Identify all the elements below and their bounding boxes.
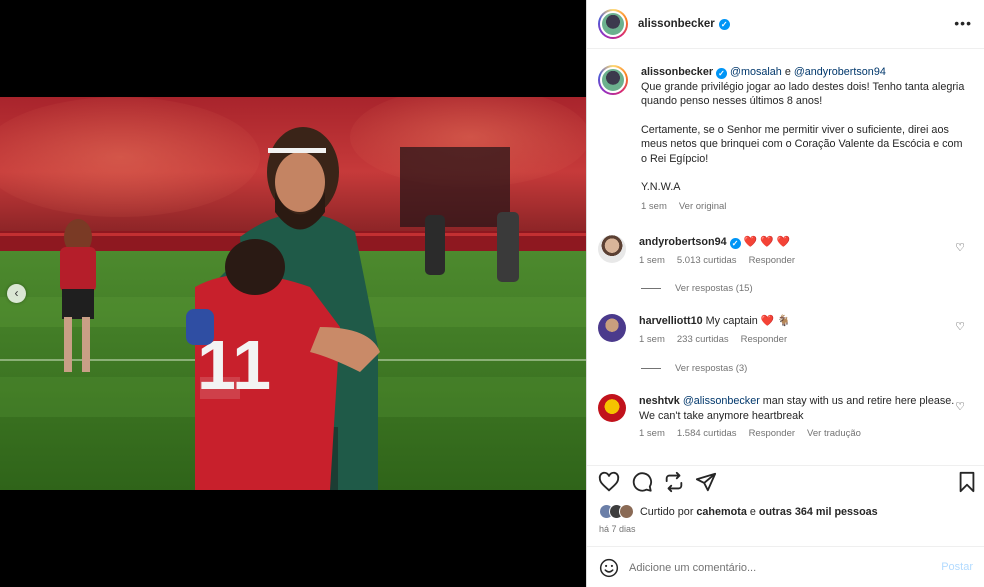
post-header: alissonbecker ✓ ••• <box>587 0 984 49</box>
carousel-prev-button[interactable]: ‹ <box>7 284 26 303</box>
comment-likes[interactable]: 1.584 curtidas <box>677 427 737 442</box>
repost-icon[interactable] <box>663 471 685 493</box>
liker-avatar <box>619 504 634 519</box>
comments-section[interactable]: alissonbecker ✓ @mosalah e @andyrobertso… <box>587 50 984 465</box>
caption-text: Certamente, se o Senhor me permitir vive… <box>641 123 963 165</box>
caption-text: Que grande privilégio jogar ao lado dest… <box>641 80 965 108</box>
comment-author[interactable]: neshtvk <box>639 395 680 407</box>
reply-button[interactable]: Responder <box>741 333 787 348</box>
comment-text: My captain ❤️ 🐐 <box>705 315 791 327</box>
comment-item: andyrobertson94 ✓ ❤️ ❤️ ❤️ 1 sem 5.013 c… <box>598 235 968 268</box>
chevron-left-icon: ‹ <box>14 286 19 300</box>
comment-time: 1 sem <box>639 333 665 345</box>
likes-prefix: Curtido por <box>640 505 694 518</box>
more-options-icon[interactable]: ••• <box>954 16 972 30</box>
comment-body: harvelliott10 My captain ❤️ 🐐 1 sem 233 … <box>639 314 968 347</box>
likes-joiner: e <box>749 505 756 518</box>
view-replies-button[interactable]: Ver respostas (15) <box>641 283 753 294</box>
comment-author[interactable]: andyrobertson94 <box>639 236 727 248</box>
comment-text: ❤️ ❤️ ❤️ <box>743 236 790 248</box>
caption-author-avatar[interactable] <box>598 65 628 95</box>
add-comment-bar: Postar <box>587 546 984 587</box>
avatar-image <box>600 11 626 37</box>
comment-likes[interactable]: 233 curtidas <box>677 333 729 348</box>
view-replies-button[interactable]: Ver respostas (3) <box>641 363 747 374</box>
likes-summary[interactable]: Curtido por cahemota e outras 364 mil pe… <box>599 504 878 519</box>
avatar-image <box>600 67 626 93</box>
mention-link[interactable]: @alissonbecker <box>683 395 760 407</box>
caption-body: alissonbecker ✓ @mosalah e @andyrobertso… <box>641 65 968 214</box>
comment-icon[interactable] <box>631 471 653 493</box>
mention-link[interactable]: @mosalah <box>730 66 782 78</box>
replies-divider <box>641 368 661 369</box>
mention-link[interactable]: @andyrobertson94 <box>794 66 886 78</box>
verified-badge-icon: ✓ <box>716 68 728 79</box>
like-comment-heart-icon[interactable]: ♡ <box>955 241 965 254</box>
media-panel: 11 ‹ <box>0 0 586 587</box>
reply-button[interactable]: Responder <box>749 254 795 269</box>
comment-item: neshtvk @alissonbecker man stay with us … <box>598 394 968 442</box>
commenter-avatar[interactable] <box>598 314 626 342</box>
comment-item: harvelliott10 My captain ❤️ 🐐 1 sem 233 … <box>598 314 968 347</box>
caption: alissonbecker ✓ @mosalah e @andyrobertso… <box>598 65 968 214</box>
post-comment-button[interactable]: Postar <box>941 561 973 573</box>
comment-input[interactable] <box>629 561 919 574</box>
comment-likes[interactable]: 5.013 curtidas <box>677 254 737 269</box>
view-replies-label: Ver respostas (15) <box>675 283 753 294</box>
like-comment-heart-icon[interactable]: ♡ <box>955 320 965 333</box>
post-age: há 7 dias <box>599 524 636 534</box>
caption-text: Y.N.W.A <box>641 181 681 193</box>
emoji-icon[interactable] <box>599 558 619 578</box>
see-original-button[interactable]: Ver original <box>679 200 727 215</box>
verified-badge-icon: ✓ <box>729 238 741 249</box>
view-replies-label: Ver respostas (3) <box>675 363 748 374</box>
action-bar: Curtido por cahemota e outras 364 mil pe… <box>587 465 984 587</box>
caption-joiner: e <box>784 66 791 78</box>
verified-badge-icon: ✓ <box>718 18 730 30</box>
comment-time: 1 sem <box>639 254 665 266</box>
post-side-panel: alissonbecker ✓ ••• alissonbecker ✓ @mos… <box>586 0 984 587</box>
comment-body: andyrobertson94 ✓ ❤️ ❤️ ❤️ 1 sem 5.013 c… <box>639 235 968 268</box>
post-photo-illustration: 11 <box>0 97 586 490</box>
liker-username[interactable]: cahemota <box>696 506 746 518</box>
save-bookmark-icon[interactable] <box>956 471 978 493</box>
commenter-avatar[interactable] <box>598 235 626 263</box>
comment-body: neshtvk @alissonbecker man stay with us … <box>639 394 968 442</box>
comment-author[interactable]: harvelliott10 <box>639 315 703 327</box>
likes-others[interactable]: outras 364 mil pessoas <box>759 506 878 518</box>
author-username[interactable]: alissonbecker <box>638 18 715 30</box>
comment-time: 1 sem <box>639 428 665 439</box>
like-heart-icon[interactable] <box>598 471 620 493</box>
reply-button[interactable]: Responder <box>749 427 795 442</box>
see-translation-button[interactable]: Ver tradução <box>807 427 861 442</box>
like-comment-heart-icon[interactable]: ♡ <box>955 400 965 413</box>
author-avatar[interactable] <box>598 9 628 39</box>
caption-time: 1 sem <box>641 200 667 212</box>
caption-author[interactable]: alissonbecker <box>641 66 713 78</box>
share-send-icon[interactable] <box>695 471 717 493</box>
replies-divider <box>641 288 661 289</box>
post-photo[interactable]: 11 <box>0 97 586 490</box>
commenter-avatar[interactable] <box>598 394 626 422</box>
